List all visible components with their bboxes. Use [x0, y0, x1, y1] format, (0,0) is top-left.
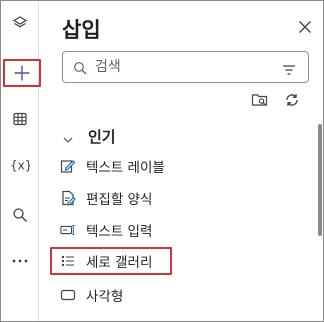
variables-button[interactable]: {x} [3, 149, 37, 181]
text-input-icon [60, 222, 76, 238]
rail-search-button[interactable] [3, 199, 37, 231]
data-source-button[interactable] [251, 91, 269, 109]
item-vertical-gallery[interactable]: 세로 갤러리 [50, 247, 172, 275]
insert-pane: 삽입 검색 인기 텍스트 레이블 편집할 양식 텍스트 입력 세로 갤러리 사각… [40, 1, 323, 321]
section-popular[interactable]: 인기 [62, 126, 116, 147]
item-label: 사각형 [86, 289, 124, 305]
section-label: 인기 [88, 128, 116, 146]
rectangle-icon [60, 287, 76, 303]
more-button[interactable] [3, 245, 37, 277]
chevron-down-icon [62, 131, 74, 143]
edit-text-icon [60, 158, 76, 174]
item-label: 세로 갤러리 [86, 255, 153, 271]
item-rectangle[interactable]: 사각형 [50, 281, 280, 309]
table-icon [12, 111, 28, 127]
search-input[interactable] [95, 57, 265, 77]
insert-panel-window: {x} 삽입 [0, 0, 324, 322]
variables-icon: {x} [10, 157, 30, 173]
data-button[interactable] [3, 103, 37, 135]
vertical-gallery-icon [60, 253, 76, 269]
item-text-label[interactable]: 텍스트 레이블 [50, 152, 280, 180]
close-icon [297, 20, 313, 39]
insert-button[interactable] [3, 59, 41, 87]
search-icon [73, 60, 87, 79]
refresh-button[interactable] [283, 91, 301, 109]
item-label: 편집할 양식 [86, 192, 153, 208]
scrollbar[interactable] [318, 124, 322, 236]
form-edit-icon [60, 190, 76, 206]
search-icon [12, 207, 28, 223]
refresh-icon [283, 94, 301, 113]
svg-text:{x}: {x} [10, 159, 30, 173]
tree-view-button[interactable] [3, 7, 37, 39]
left-rail: {x} [1, 1, 41, 321]
search-box [62, 51, 309, 83]
plus-icon [13, 64, 31, 82]
folder-search-icon [251, 94, 269, 113]
close-button[interactable] [297, 19, 313, 35]
item-label: 텍스트 레이블 [86, 160, 165, 176]
item-text-input[interactable]: 텍스트 입력 [50, 216, 280, 244]
page-title: 삽입 [62, 18, 101, 42]
layers-icon [12, 15, 28, 31]
more-icon [12, 258, 28, 264]
filter-icon[interactable] [282, 61, 296, 80]
item-label: 텍스트 입력 [86, 224, 153, 240]
item-edit-form[interactable]: 편집할 양식 [50, 184, 280, 212]
